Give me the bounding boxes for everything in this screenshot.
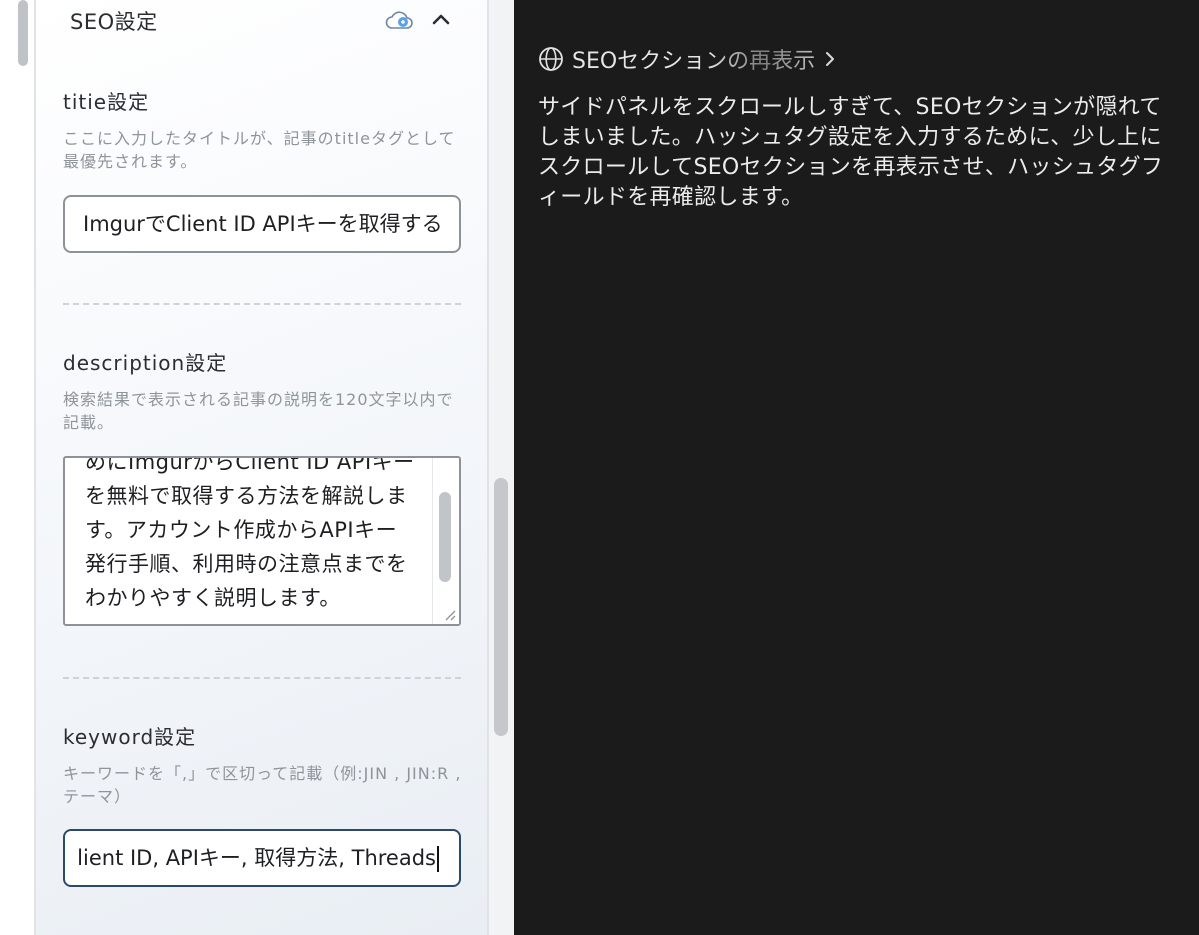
title-input-value: ImgurでClient ID APIキーを取得する [83, 212, 443, 236]
step-title: SEOセクションの再表示 [572, 43, 815, 75]
outer-scrollbar-thumb[interactable] [18, 0, 28, 66]
description-field-label: description設定 [63, 351, 228, 375]
field-divider [63, 303, 461, 305]
collapse-icon[interactable] [430, 10, 452, 28]
keyword-field-label: keyword設定 [63, 725, 197, 749]
title-input[interactable]: ImgurでClient ID APIキーを取得する [63, 195, 461, 253]
keyword-input-wrapper: lient ID, APIキー, 取得方法, Threads [77, 831, 439, 885]
title-field-help: ここに入力したタイトルが、記事のtitleタグとして最優先されます。 [63, 129, 456, 171]
resize-handle-icon[interactable] [441, 606, 457, 622]
textarea-scrollbar-thumb[interactable] [439, 492, 451, 582]
seo-section-header[interactable]: SEO設定 [36, 0, 488, 44]
step-header[interactable]: SEOセクションの再表示 [538, 42, 839, 76]
description-textarea[interactable]: めにImgurからClient ID APIキーを無料で取得する方法を解説します… [63, 456, 461, 626]
text-caret [437, 846, 439, 872]
keyword-input[interactable]: lient ID, APIキー, 取得方法, Threads [63, 829, 461, 887]
app-window: SEO設定 titie設定 ここに入力したタイトルが、記事のtitleタグとして… [0, 0, 1199, 935]
field-divider [63, 677, 461, 679]
description-textarea-value: めにImgurからClient ID APIキーを無料で取得する方法を解説します… [85, 456, 415, 610]
step-description: サイドパネルをスクロールしすぎて、SEOセクションが隠れてしまいました。ハッシュ… [538, 95, 1164, 210]
keyword-input-value: lient ID, APIキー, 取得方法, Threads [77, 846, 436, 870]
section-title: SEO設定 [70, 10, 158, 34]
description-field-help: 検索結果で表示される記事の説明を120文字以内で記載。 [63, 390, 454, 432]
textarea-scrollbar[interactable] [432, 458, 459, 624]
title-field-label: titie設定 [63, 90, 150, 114]
sidebar-scrollbar-thumb[interactable] [494, 478, 508, 736]
keyword-field-help: キーワードを「,」で区切って記載（例:JIN , JIN:R , テーマ） [63, 764, 462, 806]
sidebar-scrollbar[interactable] [489, 0, 514, 935]
assistant-panel: SEOセクションの再表示 サイドパネルをスクロールしすぎて、SEOセクションが隠… [514, 0, 1199, 935]
outer-scrollbar[interactable] [0, 0, 34, 935]
cloud-icon[interactable] [384, 8, 414, 32]
chevron-right-icon[interactable] [821, 49, 839, 69]
globe-icon [539, 47, 563, 71]
editor-sidebar: SEO設定 titie設定 ここに入力したタイトルが、記事のtitleタグとして… [0, 0, 514, 935]
